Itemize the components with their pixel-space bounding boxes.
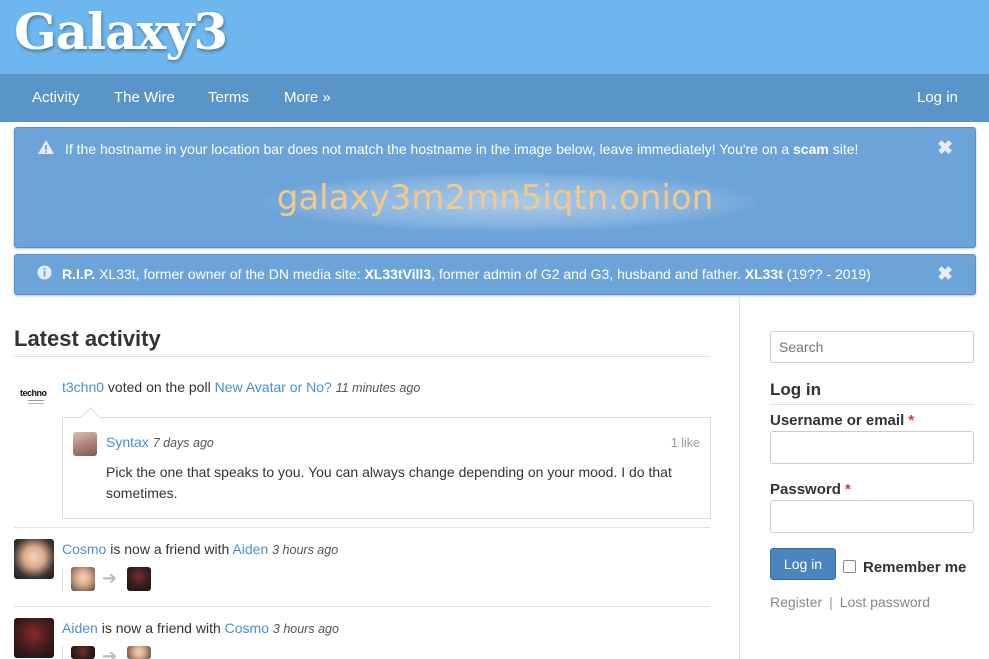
site-title[interactable]: Galaxy3 [14,2,228,61]
nav-terms[interactable]: Terms [208,74,249,122]
required-mark: * [908,412,915,429]
username-label: Username or email * [770,412,914,429]
sidebar-divider [739,296,740,659]
username-field[interactable] [770,431,974,464]
timestamp: 3 hours ago [272,543,339,557]
nav-login[interactable]: Log in [917,74,958,122]
username-label-text: Username or email [770,412,905,429]
actor-link[interactable]: Aiden [62,620,98,636]
comment-author-link[interactable]: Syntax [106,434,149,450]
remember-me-label[interactable]: Remember me [863,559,966,576]
page-title: Latest activity [14,326,161,351]
arrow-right-icon: ➔ [102,568,118,588]
actor-link[interactable]: t3chn0 [62,379,104,395]
remember-me: Remember me [843,559,966,576]
avatar-cosmo-small[interactable] [127,646,151,659]
comment-header: Syntax 7 days ago [106,434,214,450]
activity-item: Cosmo is now a friend with Aiden 3 hours… [62,541,338,557]
nav-the-wire[interactable]: The Wire [114,74,175,122]
timestamp: 3 hours ago [272,622,339,636]
avatar-aiden-small[interactable] [127,567,151,591]
lost-password-link[interactable]: Lost password [840,594,930,610]
comment-box: Syntax 7 days ago 1 like Pick the one th… [62,417,711,519]
main-nav: Activity The Wire Terms More » Log in [0,74,989,122]
warning-text-part: If the hostname in your location bar doe… [65,141,793,157]
rip-text: R.I.P. XL33t, former owner of the DN med… [62,266,871,282]
activity-item: t3chn0 voted on the poll New Avatar or N… [62,379,420,395]
comment-body: Pick the one that speaks to you. You can… [106,464,672,501]
rip-label: R.I.P. [62,266,96,282]
timestamp: 11 minutes ago [335,381,421,395]
login-button[interactable]: Log in [770,548,836,580]
close-icon[interactable]: ✖ [937,137,953,160]
warning-text: If the hostname in your location bar doe… [65,141,858,157]
site-header: Galaxy3 [0,0,989,74]
rip-name: XL33t [744,266,783,282]
avatar-logo-text: techno [20,388,47,398]
rip-dates: (19?? - 2019) [782,266,871,282]
avatar-t3chn0[interactable]: techno [14,378,54,418]
divider [14,356,710,357]
activity-verb: is now a friend with [97,620,225,636]
attachment-bar [62,646,63,659]
warning-text-bold: scam [793,141,829,157]
required-mark: * [845,481,851,498]
info-icon [37,265,52,280]
nav-activity[interactable]: Activity [32,74,80,122]
scam-warning-alert: If the hostname in your location bar doe… [14,127,976,248]
link-separator: | [829,594,833,610]
register-link[interactable]: Register [770,594,822,610]
target-link[interactable]: New Avatar or No? [215,379,332,395]
rip-notice-alert: R.I.P. XL33t, former owner of the DN med… [14,254,976,295]
rip-text-part: , former admin of G2 and G3, husband and… [431,266,745,282]
warning-icon [38,140,54,154]
activity-verb: is now a friend with [106,541,233,557]
account-links: Register | Lost password [770,594,930,610]
activity-verb: voted on the poll [104,379,215,395]
like-count[interactable]: 1 like [671,436,700,450]
close-icon[interactable]: ✖ [937,263,953,286]
avatar-cosmo[interactable] [14,539,54,579]
divider [14,606,710,607]
arrow-right-icon: ➔ [102,646,118,659]
remember-me-checkbox[interactable] [843,560,856,573]
warning-text-end: site! [828,141,859,157]
target-link[interactable]: Cosmo [225,620,269,636]
search-input[interactable] [770,331,974,363]
avatar-aiden-small[interactable] [71,646,95,659]
login-heading: Log in [770,380,821,399]
password-field[interactable] [770,500,974,533]
rip-site-name: XL33tVill3 [364,266,432,282]
avatar-cosmo-small[interactable] [71,567,95,591]
target-link[interactable]: Aiden [232,541,268,557]
avatar-syntax[interactable] [73,432,97,456]
divider [770,404,974,405]
rip-text-part: XL33t, former owner of the DN media site… [95,266,365,282]
timestamp: 7 days ago [152,436,214,450]
avatar-logo-line [28,403,44,404]
nav-more[interactable]: More » [284,74,331,122]
avatar-logo-line [28,400,44,401]
actor-link[interactable]: Cosmo [62,541,106,557]
activity-item: Aiden is now a friend with Cosmo 3 hours… [62,620,339,636]
hostname-image: galaxy3m2mn5iqtn.onion [276,178,714,218]
password-label: Password * [770,481,851,498]
attachment-bar [62,568,63,592]
password-label-text: Password [770,481,841,498]
divider [14,527,710,528]
avatar-aiden[interactable] [14,618,54,658]
